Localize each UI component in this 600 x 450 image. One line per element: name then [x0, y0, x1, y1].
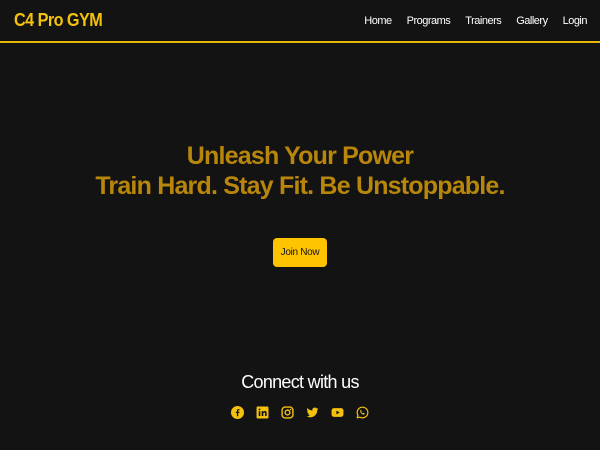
brand-logo[interactable]: C4 Pro GYM	[14, 10, 103, 31]
nav-link-home[interactable]: Home	[364, 15, 392, 27]
whatsapp-icon[interactable]	[356, 406, 369, 419]
nav-menu: Home Programs Trainers Gallery Login	[364, 15, 587, 27]
nav-link-programs[interactable]: Programs	[407, 15, 451, 27]
hero-headline: Unleash Your Power	[186, 142, 414, 170]
nav-link-trainers[interactable]: Trainers	[465, 15, 501, 27]
linkedin-icon[interactable]	[256, 406, 269, 419]
connect-title: Connect with us	[241, 372, 359, 392]
twitter-icon[interactable]	[306, 406, 319, 419]
join-now-button[interactable]: Join Now	[273, 238, 327, 267]
social-links	[0, 406, 600, 419]
hero-tagline: Train Hard. Stay Fit. Be Unstoppable.	[95, 172, 505, 200]
nav-link-login[interactable]: Login	[563, 15, 588, 27]
youtube-icon[interactable]	[331, 406, 344, 419]
navbar: C4 Pro GYM Home Programs Trainers Galler…	[0, 0, 600, 43]
page: C4 Pro GYM Home Programs Trainers Galler…	[0, 0, 600, 450]
facebook-icon[interactable]	[231, 406, 244, 419]
nav-link-gallery[interactable]: Gallery	[516, 15, 548, 27]
instagram-icon[interactable]	[281, 406, 294, 419]
